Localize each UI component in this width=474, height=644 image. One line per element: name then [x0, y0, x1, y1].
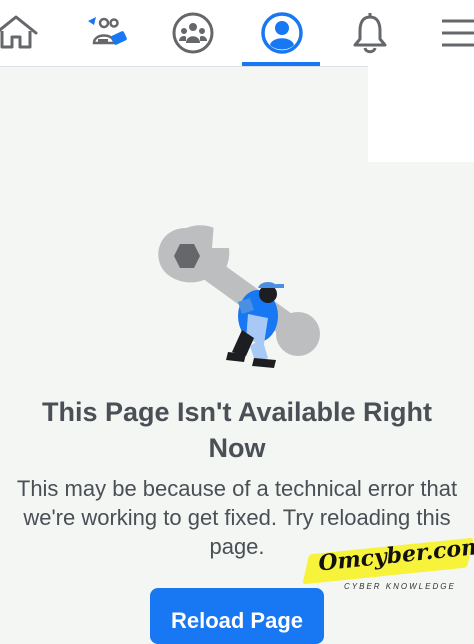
groups-icon: [172, 12, 214, 54]
nav-tab-profile[interactable]: [260, 0, 304, 66]
menu-icon: [442, 19, 474, 47]
nav-tab-home[interactable]: [0, 0, 40, 66]
wrench-mechanic-illustration: [158, 222, 320, 368]
home-icon: [0, 15, 38, 49]
nav-tab-menu[interactable]: [438, 0, 474, 66]
top-navigation-bar: [0, 0, 474, 67]
active-tab-indicator: [242, 62, 320, 66]
reload-page-button[interactable]: Reload Page: [150, 588, 324, 644]
nav-tab-friends[interactable]: [82, 0, 132, 66]
friends-icon: [88, 17, 127, 45]
bell-icon: [353, 13, 387, 54]
profile-icon: [261, 12, 303, 54]
blank-panel: [368, 66, 474, 162]
error-title: This Page Isn't Available Right Now: [42, 397, 432, 463]
wrench-icon: [158, 222, 320, 356]
nav-tab-notifications[interactable]: [350, 0, 390, 66]
watermark-subtext: CYBER KNOWLEDGE: [344, 582, 456, 591]
nav-tab-groups[interactable]: [170, 0, 216, 66]
watermark: Omcyber.com CYBER KNOWLEDGE: [300, 533, 474, 602]
